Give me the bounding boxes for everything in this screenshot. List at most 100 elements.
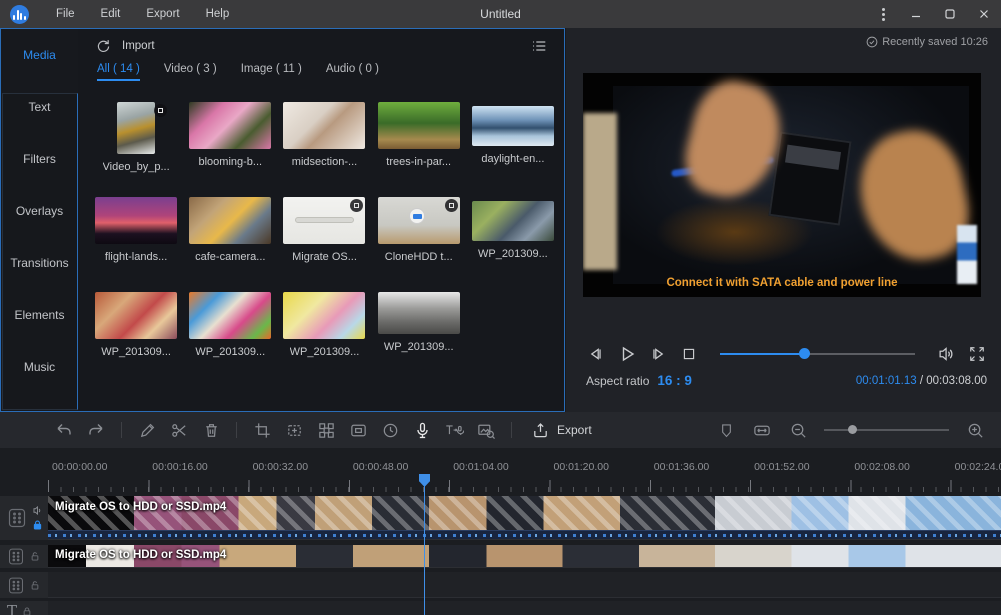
text-to-speech-button[interactable] [444, 420, 464, 440]
edit-button[interactable] [137, 420, 157, 440]
freeze-frame-button[interactable] [348, 420, 368, 440]
media-item[interactable]: Video_by_p... [89, 93, 183, 188]
timeline-zoom-slider[interactable] [824, 424, 949, 436]
crop-button[interactable] [252, 420, 272, 440]
text-track-icon: T [7, 604, 17, 615]
media-item[interactable]: daylight-en... [466, 93, 560, 188]
ruler-label: 00:01:52.00 [750, 461, 850, 473]
mosaic-button[interactable] [316, 420, 336, 440]
tab-audio[interactable]: Audio ( 0 ) [326, 63, 379, 79]
sidebar: Media Text Filters Overlays Transitions … [1, 29, 78, 411]
menu-edit[interactable]: Edit [88, 0, 134, 28]
timeline-ruler[interactable] [48, 478, 1001, 492]
media-item[interactable]: CloneHDD t... [372, 188, 466, 283]
media-item[interactable]: midsection-... [277, 93, 371, 188]
record-voiceover-button[interactable] [412, 420, 432, 440]
tab-all[interactable]: All ( 14 ) [97, 63, 140, 81]
timeline-clip-locked[interactable]: Migrate OS to HDD or SSD.mp4 [48, 496, 1001, 539]
media-item[interactable]: WP_201309... [89, 283, 183, 378]
fullscreen-icon[interactable] [967, 344, 987, 364]
titlebar: File Edit Export Help Untitled [0, 0, 1001, 28]
preview-video[interactable]: Connect it with SATA cable and power lin… [583, 73, 981, 297]
sidebar-item-elements[interactable]: Elements [1, 289, 78, 341]
media-item[interactable]: WP_201309... [183, 283, 277, 378]
import-button[interactable]: Import [122, 40, 155, 52]
export-button[interactable]: Export [531, 421, 592, 440]
timeline: 00:00:00.00 00:00:16.00 00:00:32.00 00:0… [0, 448, 1001, 615]
sidebar-item-overlays[interactable]: Overlays [1, 185, 78, 237]
stop-button[interactable] [679, 344, 699, 364]
thumbnail-logo-art [409, 208, 425, 224]
undo-button[interactable] [54, 420, 74, 440]
sidebar-item-filters[interactable]: Filters [1, 133, 78, 185]
fit-timeline-button[interactable] [752, 420, 772, 440]
media-item[interactable]: blooming-b... [183, 93, 277, 188]
menu-file[interactable]: File [43, 0, 88, 28]
media-item[interactable]: WP_201309... [277, 283, 371, 378]
ruler-label: 00:01:20.00 [549, 461, 649, 473]
zoom-knob[interactable] [848, 425, 857, 434]
video-art [768, 131, 851, 225]
track-lane[interactable]: Migrate OS to HDD or SSD.mp4 [48, 496, 1001, 540]
zoom-in-button[interactable] [965, 420, 985, 440]
menu-export[interactable]: Export [133, 0, 192, 28]
timecode-display: 00:01:01.13 / 00:03:08.00 [856, 375, 987, 387]
sidebar-item-transitions[interactable]: Transitions [1, 237, 78, 289]
track-header[interactable]: T [0, 601, 48, 615]
list-view-icon[interactable] [530, 37, 548, 55]
playhead[interactable] [424, 476, 425, 615]
zoom-region-button[interactable] [284, 420, 304, 440]
minimize-button[interactable] [899, 0, 933, 28]
timeline-clip[interactable]: Migrate OS to HDD or SSD.mp4 [48, 545, 1001, 567]
tab-image[interactable]: Image ( 11 ) [241, 63, 302, 79]
media-item-name: Migrate OS... [292, 251, 357, 263]
delete-button[interactable] [201, 420, 221, 440]
ruler-label: 00:00:16.00 [148, 461, 248, 473]
next-frame-button[interactable] [648, 343, 670, 365]
track-header[interactable] [0, 545, 48, 568]
total-time: 00:03:08.00 [926, 375, 987, 387]
split-button[interactable] [169, 420, 189, 440]
redo-button[interactable] [86, 420, 106, 440]
menu-help[interactable]: Help [193, 0, 243, 28]
track-header[interactable] [0, 572, 48, 598]
seek-knob[interactable] [799, 348, 810, 359]
save-status: Recently saved 10:26 [866, 36, 988, 48]
track-unlock-icon [30, 580, 40, 591]
seek-slider[interactable] [720, 347, 915, 361]
preview-panel: Recently saved 10:26 Connect it with SAT… [566, 28, 1001, 412]
app-logo-icon [10, 5, 29, 24]
volume-icon[interactable] [936, 343, 958, 365]
media-thumbnail [117, 102, 155, 154]
media-item[interactable]: WP_201309... [466, 188, 560, 283]
extract-frames-button[interactable] [476, 420, 496, 440]
edit-toolbar: Export [0, 412, 1001, 448]
media-item[interactable]: Migrate OS... [277, 188, 371, 283]
sidebar-item-text[interactable]: Text [1, 81, 78, 133]
aspect-ratio-value[interactable]: 16 : 9 [657, 373, 692, 388]
close-button[interactable] [967, 0, 1001, 28]
media-item[interactable]: flight-lands... [89, 188, 183, 283]
import-icon[interactable] [95, 38, 112, 55]
track-lane[interactable]: Migrate OS to HDD or SSD.mp4 [48, 545, 1001, 568]
play-button[interactable] [615, 342, 639, 366]
track-lane[interactable] [48, 601, 1001, 615]
timeline-tools [716, 420, 985, 440]
previous-frame-button[interactable] [584, 343, 606, 365]
track-header[interactable] [0, 496, 48, 540]
duration-button[interactable] [380, 420, 400, 440]
media-item[interactable]: WP_201309... [372, 283, 466, 378]
sidebar-item-media[interactable]: Media [1, 29, 78, 81]
marker-button[interactable] [716, 420, 736, 440]
tab-video[interactable]: Video ( 3 ) [164, 63, 217, 79]
ruler-label: 00:01:04.00 [449, 461, 549, 473]
sidebar-item-music[interactable]: Music [1, 341, 78, 393]
media-item-name: blooming-b... [198, 156, 262, 168]
more-menu-icon[interactable] [868, 8, 899, 21]
zoom-out-button[interactable] [788, 420, 808, 440]
media-item[interactable]: cafe-camera... [183, 188, 277, 283]
media-item-name: WP_201309... [101, 346, 171, 358]
track-lane[interactable] [48, 572, 1001, 598]
media-item[interactable]: trees-in-par... [372, 93, 466, 188]
maximize-button[interactable] [933, 0, 967, 28]
